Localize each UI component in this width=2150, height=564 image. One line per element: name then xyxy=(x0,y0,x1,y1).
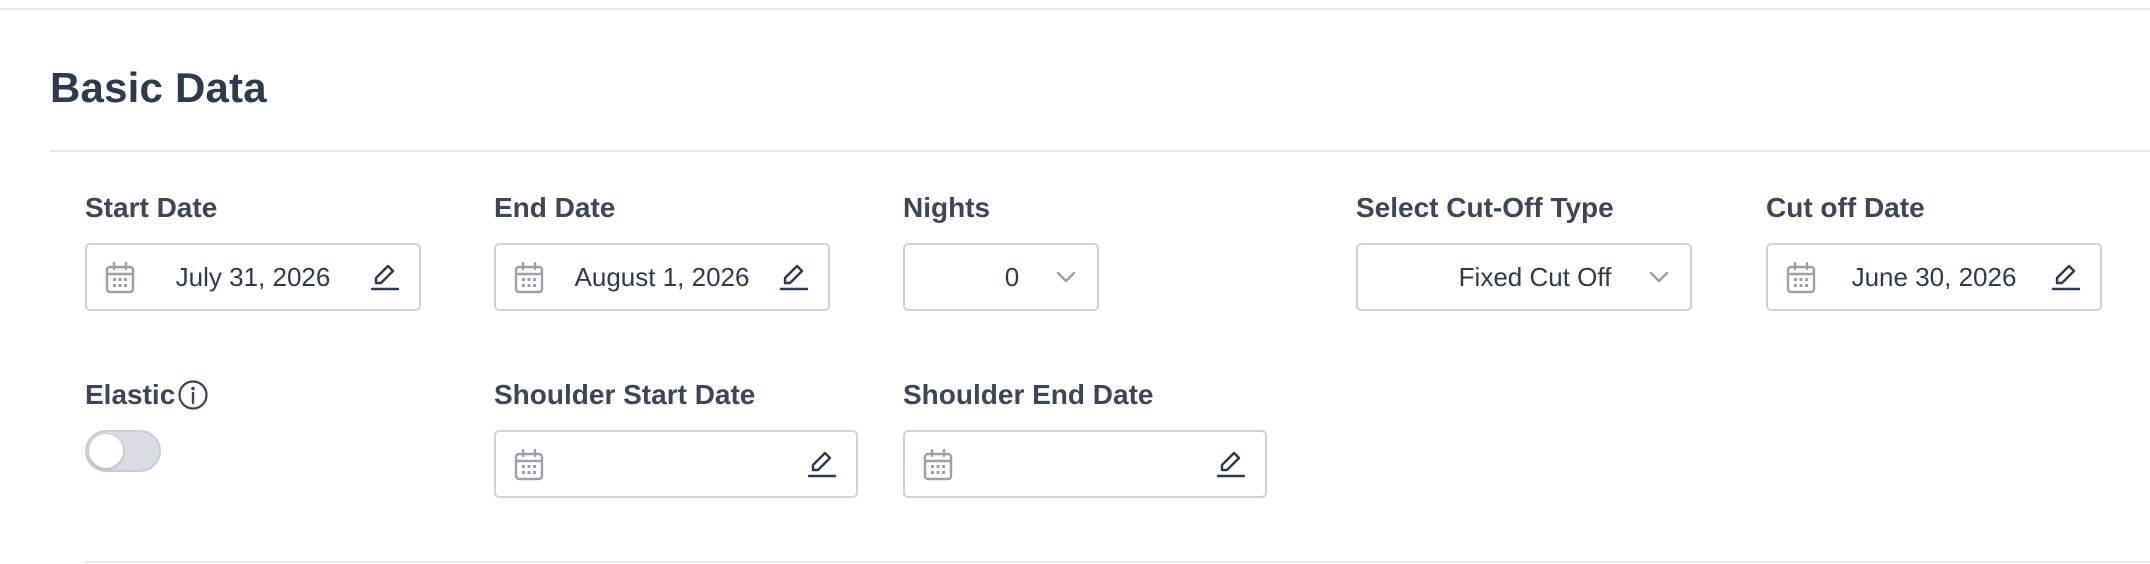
info-icon[interactable] xyxy=(177,379,209,411)
pencil-icon[interactable] xyxy=(2050,261,2082,293)
cutoff-type-select[interactable]: Fixed Cut Off xyxy=(1356,243,1692,311)
nights-label: Nights xyxy=(903,192,991,223)
end-date-field[interactable]: August 1, 2026 xyxy=(494,243,830,311)
end-date-label: End Date xyxy=(494,192,616,223)
title-divider xyxy=(50,150,2150,152)
start-date-field[interactable]: July 31, 2026 xyxy=(85,243,421,311)
section-title: Basic Data xyxy=(50,64,267,111)
shoulder-start-date-field[interactable] xyxy=(494,430,858,498)
chevron-down-icon xyxy=(1056,271,1076,283)
cutoff-date-label: Cut off Date xyxy=(1766,192,1925,223)
top-divider xyxy=(0,8,2150,10)
shoulder-end-date-value xyxy=(905,432,1265,496)
pencil-icon[interactable] xyxy=(1215,448,1247,480)
pencil-icon[interactable] xyxy=(369,261,401,293)
cutoff-type-value: Fixed Cut Off xyxy=(1458,261,1612,292)
elastic-label: Elastic xyxy=(85,379,176,410)
shoulder-start-date-value xyxy=(496,432,856,496)
shoulder-end-date-field[interactable] xyxy=(903,430,1267,498)
shoulder-end-date-label: Shoulder End Date xyxy=(903,379,1154,410)
pencil-icon[interactable] xyxy=(778,261,810,293)
chevron-down-icon xyxy=(1649,271,1669,283)
nights-select[interactable]: 0 xyxy=(903,243,1099,311)
shoulder-start-date-label: Shoulder Start Date xyxy=(494,379,756,410)
toggle-knob xyxy=(89,434,123,468)
cutoff-date-field[interactable]: June 30, 2026 xyxy=(1766,243,2102,311)
start-date-label: Start Date xyxy=(85,192,218,223)
elastic-toggle[interactable] xyxy=(85,430,161,472)
bottom-divider xyxy=(85,561,2150,563)
cutoff-type-label: Select Cut-Off Type xyxy=(1356,192,1614,223)
pencil-icon[interactable] xyxy=(806,448,838,480)
